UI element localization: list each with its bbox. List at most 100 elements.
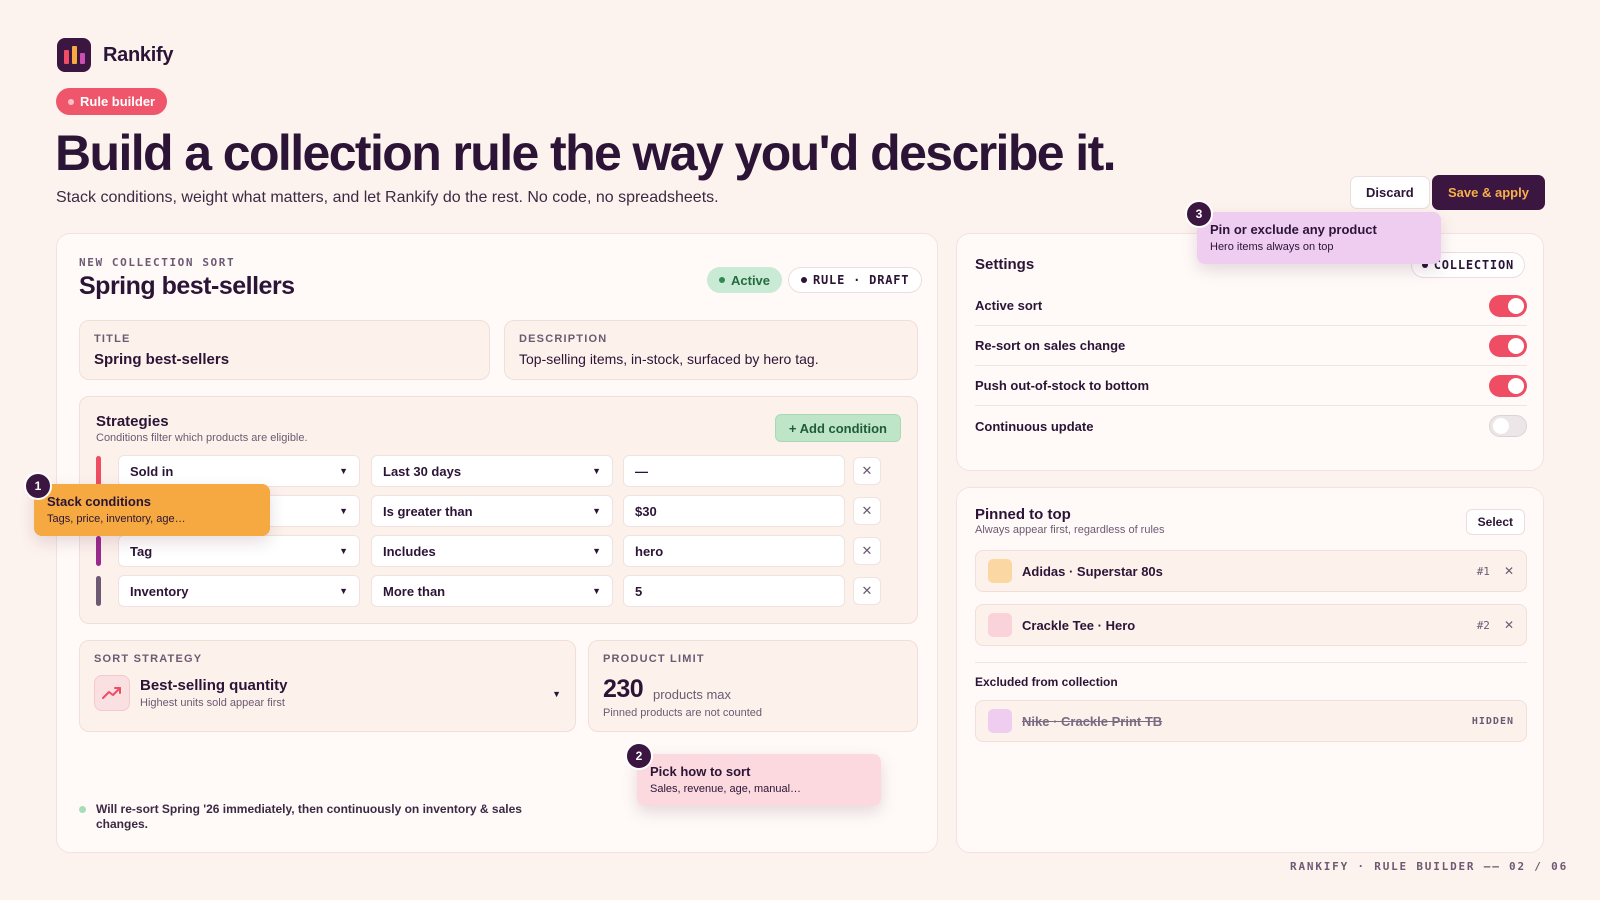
title-field-label: TITLE [94, 333, 131, 345]
product-limit-label: PRODUCT LIMIT [603, 653, 705, 665]
callout-sub: Hero items always on top [1210, 241, 1334, 253]
close-icon: ✕ [861, 463, 873, 478]
chevron-down-icon: ▼ [592, 506, 601, 516]
mode-badge: RULE · DRAFT [788, 267, 923, 293]
condition-operator-select[interactable]: Includes ▼ [371, 535, 613, 567]
pinned-item[interactable]: Adidas · Superstar 80s #1 ✕ [975, 550, 1527, 592]
divider [975, 662, 1527, 663]
setting-row-push-oos: Push out-of-stock to bottom [975, 366, 1527, 406]
callout-pick-sort: Pick how to sort Sales, revenue, age, ma… [637, 754, 881, 806]
save-apply-button[interactable]: Save & apply [1432, 175, 1545, 210]
page-footer: RANKIFY · RULE BUILDER —— 02 / 06 [1290, 860, 1568, 873]
condition-row: Sold in ▼ Last 30 days ▼ — ✕ [96, 455, 902, 487]
chevron-down-icon: ▼ [552, 689, 561, 699]
condition-value-input[interactable]: hero [623, 535, 845, 567]
page-subline: Stack conditions, weight what matters, a… [56, 189, 719, 206]
status-label: Active [731, 272, 771, 288]
callout-title: Stack conditions [47, 494, 152, 509]
condition-field-select[interactable]: Tag ▼ [118, 535, 360, 567]
product-swatch [988, 559, 1012, 583]
resort-sales-toggle[interactable] [1489, 334, 1527, 357]
remove-condition-button[interactable]: ✕ [853, 577, 881, 605]
condition-operator-value: More than [383, 583, 446, 599]
toggle-knob [1508, 337, 1524, 354]
remove-condition-button[interactable]: ✕ [853, 457, 881, 485]
remove-condition-button[interactable]: ✕ [853, 497, 881, 525]
condition-value-input[interactable]: — [623, 455, 845, 487]
hidden-tag: HIDDEN [1471, 715, 1514, 727]
mode-dot-icon [801, 277, 807, 283]
close-icon[interactable]: ✕ [1504, 618, 1514, 632]
sort-strategy-select[interactable]: SORT STRATEGY Best-selling quantity High… [79, 640, 576, 732]
setting-label: Active sort [975, 298, 1043, 313]
chevron-down-icon: ▼ [592, 586, 601, 596]
rule-builder-tag: Rule builder [56, 88, 168, 115]
setting-label: Re-sort on sales change [975, 338, 1126, 353]
setting-row-continuous: Continuous update [975, 406, 1527, 446]
callout-number-badge: 3 [1185, 200, 1213, 228]
title-field[interactable]: TITLE Spring best-sellers [79, 320, 490, 380]
condition-operator-value: Includes [383, 543, 436, 559]
toggle-knob [1508, 377, 1524, 394]
sort-title: Spring best-sellers [79, 272, 295, 300]
condition-field-value: Sold in [130, 463, 174, 479]
strategies-subtitle: Conditions filter which products are eli… [96, 432, 308, 444]
condition-value-input[interactable]: $30 [623, 495, 845, 527]
condition-field-select[interactable]: Inventory ▼ [118, 575, 360, 607]
product-limit-field[interactable]: PRODUCT LIMIT 230 products max Pinned pr… [588, 640, 918, 732]
continuous-update-toggle[interactable] [1489, 415, 1527, 437]
active-sort-toggle[interactable] [1489, 294, 1527, 317]
callout-title: Pick how to sort [650, 764, 751, 779]
condition-field-select[interactable]: Sold in ▼ [118, 455, 360, 487]
description-field-label: DESCRIPTION [519, 333, 608, 345]
close-icon: ✕ [861, 503, 873, 518]
pinned-title: Pinned to top [975, 506, 1071, 523]
excluded-item[interactable]: Nike · Crackle Print TB HIDDEN [975, 700, 1527, 742]
condition-color-bar [96, 536, 101, 566]
collection-badge-label: COLLECTION [1433, 258, 1514, 272]
strategies-title: Strategies [96, 413, 169, 430]
strategies-header: Strategies Conditions filter which produ… [96, 413, 308, 444]
condition-operator-select[interactable]: More than ▼ [371, 575, 613, 607]
product-swatch [988, 709, 1012, 733]
callout-stack-conditions: Stack conditions Tags, price, inventory,… [34, 484, 270, 536]
chevron-down-icon: ▼ [339, 546, 348, 556]
condition-value-input[interactable]: 5 [623, 575, 845, 607]
toggle-knob [1508, 297, 1524, 314]
remove-condition-button[interactable]: ✕ [853, 537, 881, 565]
product-limit-unit: products max [653, 687, 732, 702]
close-icon: ✕ [861, 543, 873, 558]
select-button[interactable]: Select [1465, 509, 1525, 535]
discard-button[interactable]: Discard [1350, 176, 1430, 209]
sort-strategy-sub: Highest units sold appear first [140, 697, 285, 709]
chevron-down-icon: ▼ [592, 546, 601, 556]
product-swatch [988, 613, 1012, 637]
tag-label: Rule builder [80, 94, 156, 109]
pinned-item[interactable]: Crackle Tee · Hero #2 ✕ [975, 604, 1527, 646]
resort-note: Will re-sort Spring '26 immediately, the… [79, 802, 529, 832]
sort-eyebrow: NEW COLLECTION SORT [79, 256, 236, 269]
condition-operator-value: Is greater than [383, 503, 473, 519]
toggle-knob [1493, 418, 1509, 434]
pinned-card: Pinned to top Always appear first, regar… [956, 487, 1544, 853]
product-limit-value[interactable]: 230 [603, 675, 644, 704]
condition-operator-select[interactable]: Last 30 days ▼ [371, 455, 613, 487]
page-headline: Build a collection rule the way you'd de… [55, 125, 1117, 181]
close-icon[interactable]: ✕ [1504, 564, 1514, 578]
push-oos-toggle[interactable] [1489, 374, 1527, 397]
close-icon: ✕ [861, 583, 873, 598]
condition-row: Tag ▼ Includes ▼ hero ✕ [96, 535, 902, 567]
callout-sub: Tags, price, inventory, age… [47, 513, 186, 525]
condition-color-bar [96, 456, 101, 486]
description-field[interactable]: DESCRIPTION Top-selling items, in-stock,… [504, 320, 918, 380]
setting-row-active-sort: Active sort [975, 286, 1527, 326]
callout-sub: Sales, revenue, age, manual… [650, 783, 802, 795]
add-condition-button[interactable]: + Add condition [774, 414, 901, 442]
condition-color-bar [96, 576, 101, 606]
title-field-value[interactable]: Spring best-sellers [94, 351, 475, 368]
condition-value: — [635, 463, 648, 479]
condition-value: $30 [635, 503, 657, 519]
sort-strategy-name: Best-selling quantity [140, 677, 288, 694]
description-field-value[interactable]: Top-selling items, in-stock, surfaced by… [519, 351, 903, 367]
condition-operator-select[interactable]: Is greater than ▼ [371, 495, 613, 527]
